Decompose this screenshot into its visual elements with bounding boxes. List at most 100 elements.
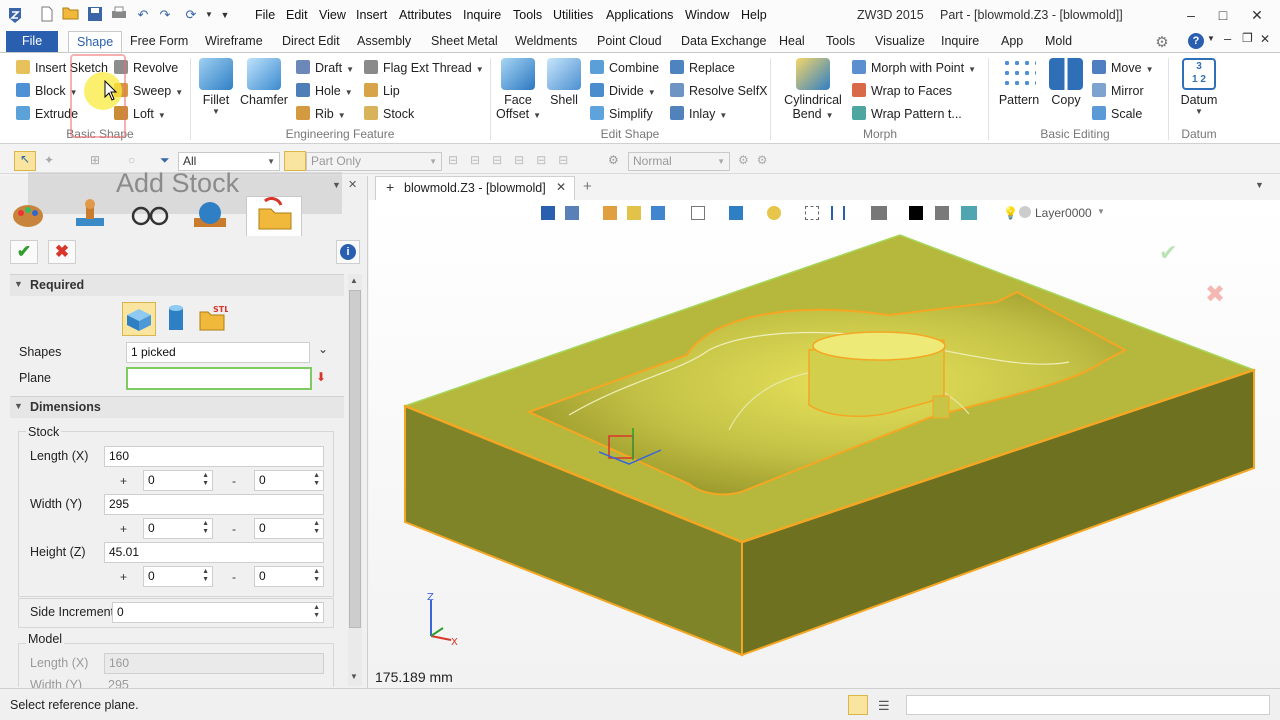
menu-help[interactable]: Help xyxy=(741,8,767,22)
spinner-arrows-icon[interactable]: ▲ ▼ xyxy=(313,604,320,620)
view-ok-icon[interactable]: ✔ xyxy=(1159,240,1177,266)
width-minus-offset[interactable]: 0 ▲ ▼ xyxy=(254,518,324,539)
panel-scrollbar[interactable]: ▲ ▼ xyxy=(348,274,362,686)
glasses-icon[interactable] xyxy=(130,198,172,234)
menu-file[interactable]: File xyxy=(255,8,275,22)
pick-icon[interactable]: ✦ xyxy=(44,153,54,167)
morph-with-point-button[interactable]: Morph with Point ▼ xyxy=(852,60,976,75)
tab-wireframe[interactable]: Wireframe xyxy=(205,31,263,53)
rib-button[interactable]: Rib ▼ xyxy=(296,106,346,121)
shape-type-cylinder-button[interactable] xyxy=(160,302,194,336)
doc-restore-icon[interactable]: ❐ xyxy=(1242,31,1253,45)
divide-button[interactable]: Divide ▼ xyxy=(590,83,656,98)
tab-app[interactable]: App xyxy=(1001,31,1023,53)
tab-mold[interactable]: Mold xyxy=(1045,31,1072,53)
sphere-icon[interactable] xyxy=(190,198,232,234)
height-minus-offset[interactable]: 0 ▲ ▼ xyxy=(254,566,324,587)
spinner-arrows-icon[interactable]: ▲ ▼ xyxy=(202,520,209,536)
help-dropdown-icon[interactable]: ▼ xyxy=(1207,34,1215,43)
quick-access-dropdown-icon[interactable]: ▼ xyxy=(216,6,234,24)
move-button[interactable]: Move ▼ xyxy=(1092,60,1154,75)
close-tab-icon[interactable]: ✕ xyxy=(556,180,566,194)
rib-dropdown-icon[interactable]: ▼ xyxy=(338,111,346,120)
scroll-up-icon[interactable]: ▲ xyxy=(350,276,358,285)
tab-heal[interactable]: Heal xyxy=(779,31,805,53)
morph-dropdown-icon[interactable]: ▼ xyxy=(968,65,976,74)
tab-direct-edit[interactable]: Direct Edit xyxy=(282,31,340,53)
spinner-arrows-icon[interactable]: ▲ ▼ xyxy=(202,472,209,488)
help-icon[interactable]: ? xyxy=(1188,33,1204,49)
lip-button[interactable]: Lip xyxy=(364,83,400,98)
tab-file[interactable]: File xyxy=(6,31,59,53)
thread-dropdown-icon[interactable]: ▼ xyxy=(476,65,484,74)
menu-edit[interactable]: Edit xyxy=(286,8,308,22)
simplify-button[interactable]: Simplify xyxy=(590,106,653,121)
doc-minimize-icon[interactable]: – xyxy=(1224,31,1231,46)
settings-gear-icon[interactable]: ⚙ xyxy=(1153,33,1171,51)
part-filter-icon[interactable] xyxy=(284,151,306,171)
menu-view[interactable]: View xyxy=(319,8,346,22)
select-pointer-icon[interactable]: ↖ xyxy=(14,151,36,171)
datum-button[interactable]: 31 2 Datum ▼ xyxy=(1176,58,1222,116)
render-mode-icon[interactable]: ⚙ xyxy=(608,153,619,167)
3d-viewport[interactable]: 💡 Layer0000 ▼ ✔ ✖ ZX 175.189 mm xyxy=(369,200,1280,688)
menu-inquire[interactable]: Inquire xyxy=(463,8,501,22)
tab-visualize[interactable]: Visualize xyxy=(875,31,925,53)
menu-tools[interactable]: Tools xyxy=(513,8,542,22)
menu-insert[interactable]: Insert xyxy=(356,8,387,22)
app-logo-icon[interactable] xyxy=(6,6,24,24)
new-file-icon[interactable] xyxy=(38,6,56,24)
csys-triad-icon[interactable] xyxy=(598,426,663,469)
redo-icon[interactable]: ↷ xyxy=(156,6,174,24)
wrap-pattern-button[interactable]: Wrap Pattern t... xyxy=(852,106,962,121)
document-tab[interactable]: + blowmold.Z3 - [blowmold] ✕ xyxy=(375,176,575,200)
spinner-arrows-icon[interactable]: ▲ ▼ xyxy=(313,520,320,536)
panel-close-icon[interactable]: ✕ xyxy=(348,178,357,191)
history-tab-active[interactable] xyxy=(246,196,302,236)
inlay-dropdown-icon[interactable]: ▼ xyxy=(719,111,727,120)
status-list-icon[interactable]: ☰ xyxy=(878,698,890,714)
spinner-arrows-icon[interactable]: ▲ ▼ xyxy=(313,472,320,488)
dimensions-section-header[interactable]: ▼ Dimensions xyxy=(10,396,344,418)
cylindrical-bend-dropdown-icon[interactable]: ▼ xyxy=(826,111,834,120)
refresh-icon[interactable]: ⟳ xyxy=(182,6,200,24)
extrude-button[interactable]: Extrude xyxy=(16,106,78,121)
copy-button[interactable]: Copy xyxy=(1046,58,1086,107)
print-icon[interactable] xyxy=(110,6,128,24)
width-plus-offset[interactable]: 0 ▲ ▼ xyxy=(143,518,213,539)
chamfer-button[interactable]: Chamfer xyxy=(240,58,288,107)
shape-type-stl-button[interactable]: STL xyxy=(196,302,230,336)
plane-pick-icon[interactable]: ⬇ xyxy=(316,370,326,384)
divide-dropdown-icon[interactable]: ▼ xyxy=(648,88,656,97)
toolbar-snap-icons[interactable]: ⊟⊟⊟⊟⊟⊟ xyxy=(448,153,580,167)
move-dropdown-icon[interactable]: ▼ xyxy=(1146,65,1154,74)
shapes-field[interactable]: 1 picked xyxy=(126,342,310,363)
sweep-dropdown-icon[interactable]: ▼ xyxy=(175,88,183,97)
loft-dropdown-icon[interactable]: ▼ xyxy=(158,111,166,120)
palette-icon[interactable] xyxy=(10,198,52,234)
menu-window[interactable]: Window xyxy=(685,8,729,22)
view-cancel-icon[interactable]: ✖ xyxy=(1205,280,1225,309)
spinner-arrows-icon[interactable]: ▲ ▼ xyxy=(202,568,209,584)
part-only-select[interactable]: Part Only ▼ xyxy=(306,152,442,171)
face-offset-button[interactable]: Face Offset ▼ xyxy=(496,58,541,121)
command-input[interactable] xyxy=(906,695,1270,715)
shape-type-solid-button[interactable] xyxy=(122,302,156,336)
expand-double-chevron-icon[interactable]: ⌄ xyxy=(318,342,328,356)
status-view-icon[interactable] xyxy=(848,695,868,715)
shell-button[interactable]: Shell xyxy=(544,58,584,107)
tab-point-cloud[interactable]: Point Cloud xyxy=(597,31,662,53)
tab-free-form[interactable]: Free Form xyxy=(130,31,188,53)
flag-ext-thread-button[interactable]: Flag Ext Thread ▼ xyxy=(364,60,484,75)
spinner-arrows-icon[interactable]: ▲ ▼ xyxy=(313,568,320,584)
maximize-icon[interactable]: □ xyxy=(1208,4,1238,26)
datum-dropdown-icon[interactable]: ▼ xyxy=(1176,107,1222,116)
pattern-button[interactable]: Pattern xyxy=(996,58,1042,107)
menu-applications[interactable]: Applications xyxy=(606,8,673,22)
combine-button[interactable]: Combine xyxy=(590,60,659,75)
new-tab-icon[interactable]: + xyxy=(583,178,592,195)
clear-selection-icon[interactable]: ○ xyxy=(128,153,135,167)
tab-inquire[interactable]: Inquire xyxy=(941,31,979,53)
plane-field[interactable] xyxy=(126,367,312,390)
width-input[interactable]: 295 xyxy=(104,494,324,515)
